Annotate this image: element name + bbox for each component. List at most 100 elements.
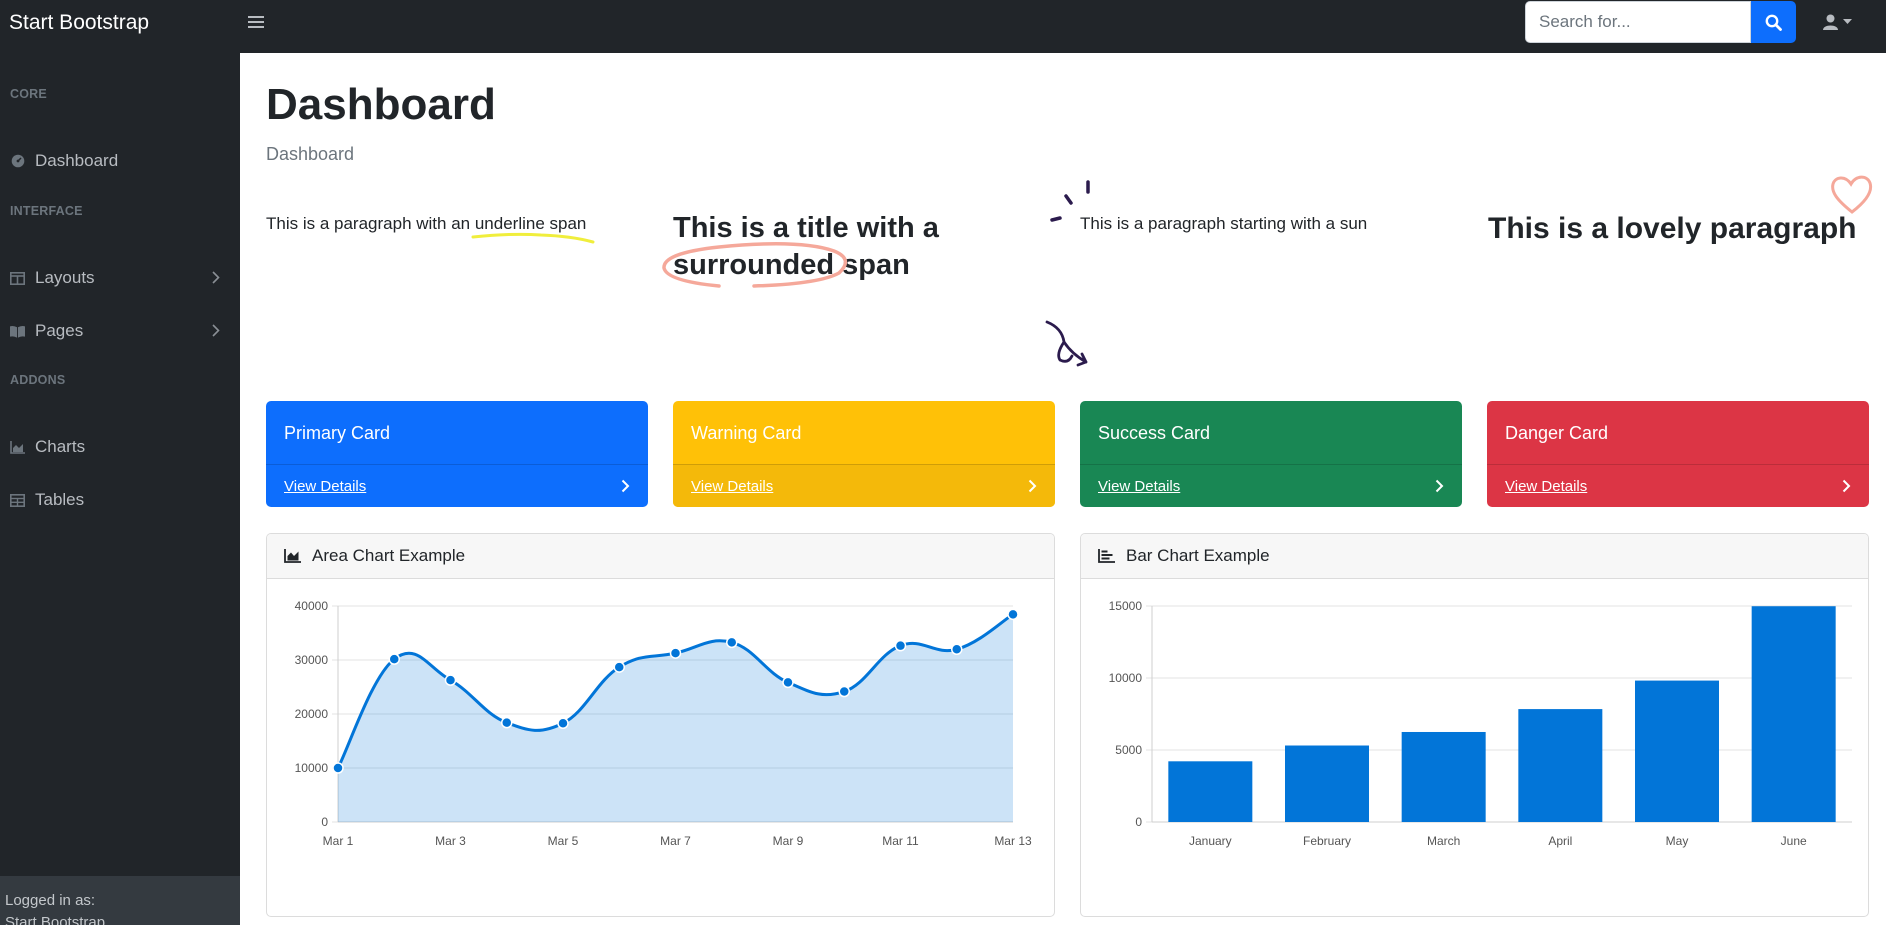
bar xyxy=(1401,731,1486,822)
data-point xyxy=(669,647,682,659)
lovely-title: This is a lovely paragraph xyxy=(1488,212,1857,245)
sidebar-toggle-button[interactable] xyxy=(248,14,264,30)
user-icon xyxy=(1823,14,1838,30)
area-chart: 0 10000 20000 30000 40000 Mar 1 Mar 3 Mar 5 Mar … xyxy=(295,599,1032,848)
data-point xyxy=(613,661,625,673)
card-footer: View Details xyxy=(673,464,1055,507)
logged-in-label: Logged in as: xyxy=(5,892,96,909)
x-tick-label: June xyxy=(1781,834,1807,848)
y-tick-label: 15000 xyxy=(1109,599,1143,613)
view-details-link[interactable]: View Details xyxy=(1505,478,1587,495)
x-tick-label: May xyxy=(1666,834,1689,848)
book-open-icon xyxy=(10,325,25,338)
sidebar-item-label: Pages xyxy=(35,321,84,340)
y-tick-label: 30000 xyxy=(295,653,329,667)
sidebar-item-label: Layouts xyxy=(35,268,95,287)
view-details-link[interactable]: View Details xyxy=(1098,478,1180,495)
page-title: Dashboard xyxy=(266,80,496,129)
sidebar-item-layouts[interactable]: Layouts xyxy=(0,260,240,296)
chevron-right-icon[interactable] xyxy=(1842,479,1851,493)
sidebar-heading-addons: ADDONS xyxy=(10,373,66,387)
data-point xyxy=(951,643,963,656)
x-tick-label: February xyxy=(1303,834,1351,848)
sidebar-heading-core: CORE xyxy=(10,87,47,101)
sidebar-heading-interface: INTERFACE xyxy=(10,204,83,218)
chevron-right-icon xyxy=(212,271,220,284)
data-point xyxy=(726,636,738,649)
y-tick-label: 10000 xyxy=(1109,671,1143,685)
chevron-right-icon[interactable] xyxy=(621,479,630,493)
heart-icon xyxy=(1831,175,1873,214)
x-tick-label: Mar 5 xyxy=(548,834,579,848)
bar-chart-header: Bar Chart Example xyxy=(1081,534,1868,579)
x-tick-label: Mar 11 xyxy=(882,834,919,848)
search-input[interactable] xyxy=(1525,1,1751,43)
search-group xyxy=(1525,1,1796,43)
area-chart-header: Area Chart Example xyxy=(267,534,1054,579)
y-tick-label: 0 xyxy=(321,815,328,829)
data-point xyxy=(444,674,457,686)
sidebar-item-charts[interactable]: Charts xyxy=(0,429,240,465)
chevron-right-icon[interactable] xyxy=(1028,479,1037,493)
leaf-arrow-icon xyxy=(1045,320,1088,367)
card-footer: View Details xyxy=(1080,464,1462,507)
hamburger-icon xyxy=(248,16,264,18)
table-icon xyxy=(10,493,25,507)
user-dropdown-toggle[interactable] xyxy=(1823,12,1863,32)
x-tick-label: Mar 7 xyxy=(660,834,691,848)
area-chart-title: Area Chart Example xyxy=(312,546,466,565)
data-point xyxy=(388,653,400,665)
sidebar-item-pages[interactable]: Pages xyxy=(0,313,240,349)
top-navbar: Start Bootstrap xyxy=(0,0,1886,53)
primary-card: Primary Card View Details xyxy=(266,401,648,507)
bar-chart-panel: Bar Chart Example 0 5000 10000 15000 January… xyxy=(1080,533,1869,917)
caret-down-icon xyxy=(1843,19,1852,24)
sidebar-item-dashboard[interactable]: Dashboard xyxy=(0,143,240,179)
data-point xyxy=(332,762,344,774)
chart-bar-icon xyxy=(1098,549,1115,563)
card-title: Warning Card xyxy=(691,423,802,443)
area-fill xyxy=(338,614,1013,822)
y-tick-label: 5000 xyxy=(1115,743,1142,757)
data-point xyxy=(838,685,850,698)
surrounded-title: This is a title with a surrounded span xyxy=(662,210,993,288)
sidebar-item-label: Charts xyxy=(35,437,86,456)
data-point xyxy=(557,717,569,730)
chevron-right-icon[interactable] xyxy=(1435,479,1444,493)
x-tick-label: March xyxy=(1427,834,1460,848)
bar xyxy=(1168,761,1253,822)
bar xyxy=(1285,745,1369,822)
underline-paragraph: This is a paragraph with an underline sp… xyxy=(266,214,595,244)
area-chart-panel: Area Chart Example 0 10000 20000 30000 40000… xyxy=(266,533,1055,917)
card-title: Danger Card xyxy=(1505,423,1609,443)
sidebar-item-tables[interactable]: Tables xyxy=(0,482,240,518)
view-details-link[interactable]: View Details xyxy=(691,478,773,495)
y-tick-label: 40000 xyxy=(295,599,329,613)
underline-span: underline span xyxy=(471,214,595,244)
tachometer-icon xyxy=(11,154,24,168)
y-tick-label: 10000 xyxy=(295,761,329,775)
sidebar-item-label: Dashboard xyxy=(35,151,119,170)
card-footer: View Details xyxy=(266,464,648,507)
surrounded-span: surrounded xyxy=(662,242,848,288)
sidebar: CORE Dashboard INTERFACE Layouts Pages A… xyxy=(0,53,240,925)
brand-logo-text[interactable]: Start Bootstrap xyxy=(9,11,149,35)
x-tick-label: Mar 9 xyxy=(773,834,804,848)
breadcrumb: Dashboard xyxy=(266,144,355,164)
danger-card: Danger Card View Details xyxy=(1487,401,1869,507)
x-tick-label: January xyxy=(1189,834,1232,848)
columns-icon xyxy=(10,271,25,285)
bar-chart-title: Bar Chart Example xyxy=(1126,546,1270,565)
chart-area-icon xyxy=(284,549,301,563)
y-tick-label: 0 xyxy=(1135,815,1142,829)
card-title: Success Card xyxy=(1098,423,1211,443)
success-card: Success Card View Details xyxy=(1080,401,1462,507)
x-tick-label: Mar 3 xyxy=(435,834,466,848)
sidebar-footer: Logged in as: Start Bootstrap xyxy=(0,876,240,925)
view-details-link[interactable]: View Details xyxy=(284,478,366,495)
data-point xyxy=(501,716,513,729)
x-tick-label: April xyxy=(1548,834,1572,848)
search-icon xyxy=(1765,14,1782,31)
search-button[interactable] xyxy=(1751,1,1796,43)
underline-scribble-icon xyxy=(471,232,595,244)
